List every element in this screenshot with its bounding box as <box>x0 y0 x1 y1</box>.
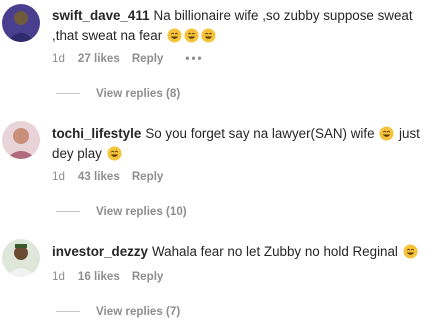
view-replies-label: View replies (8) <box>96 87 181 100</box>
comment-meta: 1d 27 likes Reply ••• <box>52 52 216 65</box>
comment-likes[interactable]: 27 likes <box>78 52 120 65</box>
comment-body: tochi_lifestyle So you forget say na lawy… <box>52 124 432 183</box>
reply-button[interactable]: Reply <box>132 52 164 65</box>
avatar[interactable] <box>2 239 40 277</box>
divider-line <box>56 211 80 213</box>
avatar[interactable] <box>2 4 40 42</box>
grinning-sweat-emoji <box>201 28 216 43</box>
grinning-sweat-emoji <box>403 244 418 259</box>
comment-text: swift_dave_411 Na billionaire wife ,so zu… <box>52 6 432 46</box>
comment-body: investor_dezzy Wahala fear no let Zubby n… <box>52 242 432 283</box>
comment-username[interactable]: swift_dave_411 <box>52 8 150 23</box>
comment-age: 1d <box>52 270 65 283</box>
view-replies-label: View replies (7) <box>96 305 181 318</box>
grinning-sweat-emoji <box>184 28 199 43</box>
avatar-image <box>2 4 40 42</box>
comment-username[interactable]: tochi_lifestyle <box>52 126 141 141</box>
comment-likes[interactable]: 43 likes <box>78 170 120 183</box>
comment-likes[interactable]: 16 likes <box>78 270 120 283</box>
comments-list: swift_dave_411 Na billionaire wife ,so zu… <box>0 0 438 322</box>
divider-line <box>56 93 80 95</box>
comment-text: investor_dezzy Wahala fear no let Zubby n… <box>52 242 432 262</box>
comment-text: tochi_lifestyle So you forget say na lawy… <box>52 124 432 164</box>
reply-button[interactable]: Reply <box>132 170 164 183</box>
avatar-image <box>2 239 40 277</box>
avatar[interactable] <box>2 121 40 159</box>
grinning-sweat-emoji <box>107 146 122 161</box>
view-replies-button[interactable]: View replies (7) <box>56 305 180 318</box>
comment-meta: 1d 16 likes Reply <box>52 270 175 283</box>
grinning-sweat-emoji <box>379 126 394 141</box>
view-replies-button[interactable]: View replies (10) <box>56 205 187 218</box>
comment-age: 1d <box>52 52 65 65</box>
reply-button[interactable]: Reply <box>132 270 164 283</box>
divider-line <box>56 311 80 313</box>
view-replies-button[interactable]: View replies (8) <box>56 87 180 100</box>
comment-message: Wahala fear no let Zubby no hold Reginal <box>152 244 398 259</box>
view-replies-label: View replies (10) <box>96 205 187 218</box>
comment-meta: 1d 43 likes Reply <box>52 170 175 183</box>
avatar-image <box>2 121 40 159</box>
grinning-sweat-emoji <box>167 28 182 43</box>
more-options-icon[interactable]: ••• <box>185 52 203 65</box>
comment-age: 1d <box>52 170 65 183</box>
comment-message: So you forget say na lawyer(SAN) wife <box>145 126 375 141</box>
comment-username[interactable]: investor_dezzy <box>52 244 148 259</box>
comment-body: swift_dave_411 Na billionaire wife ,so zu… <box>52 6 432 65</box>
